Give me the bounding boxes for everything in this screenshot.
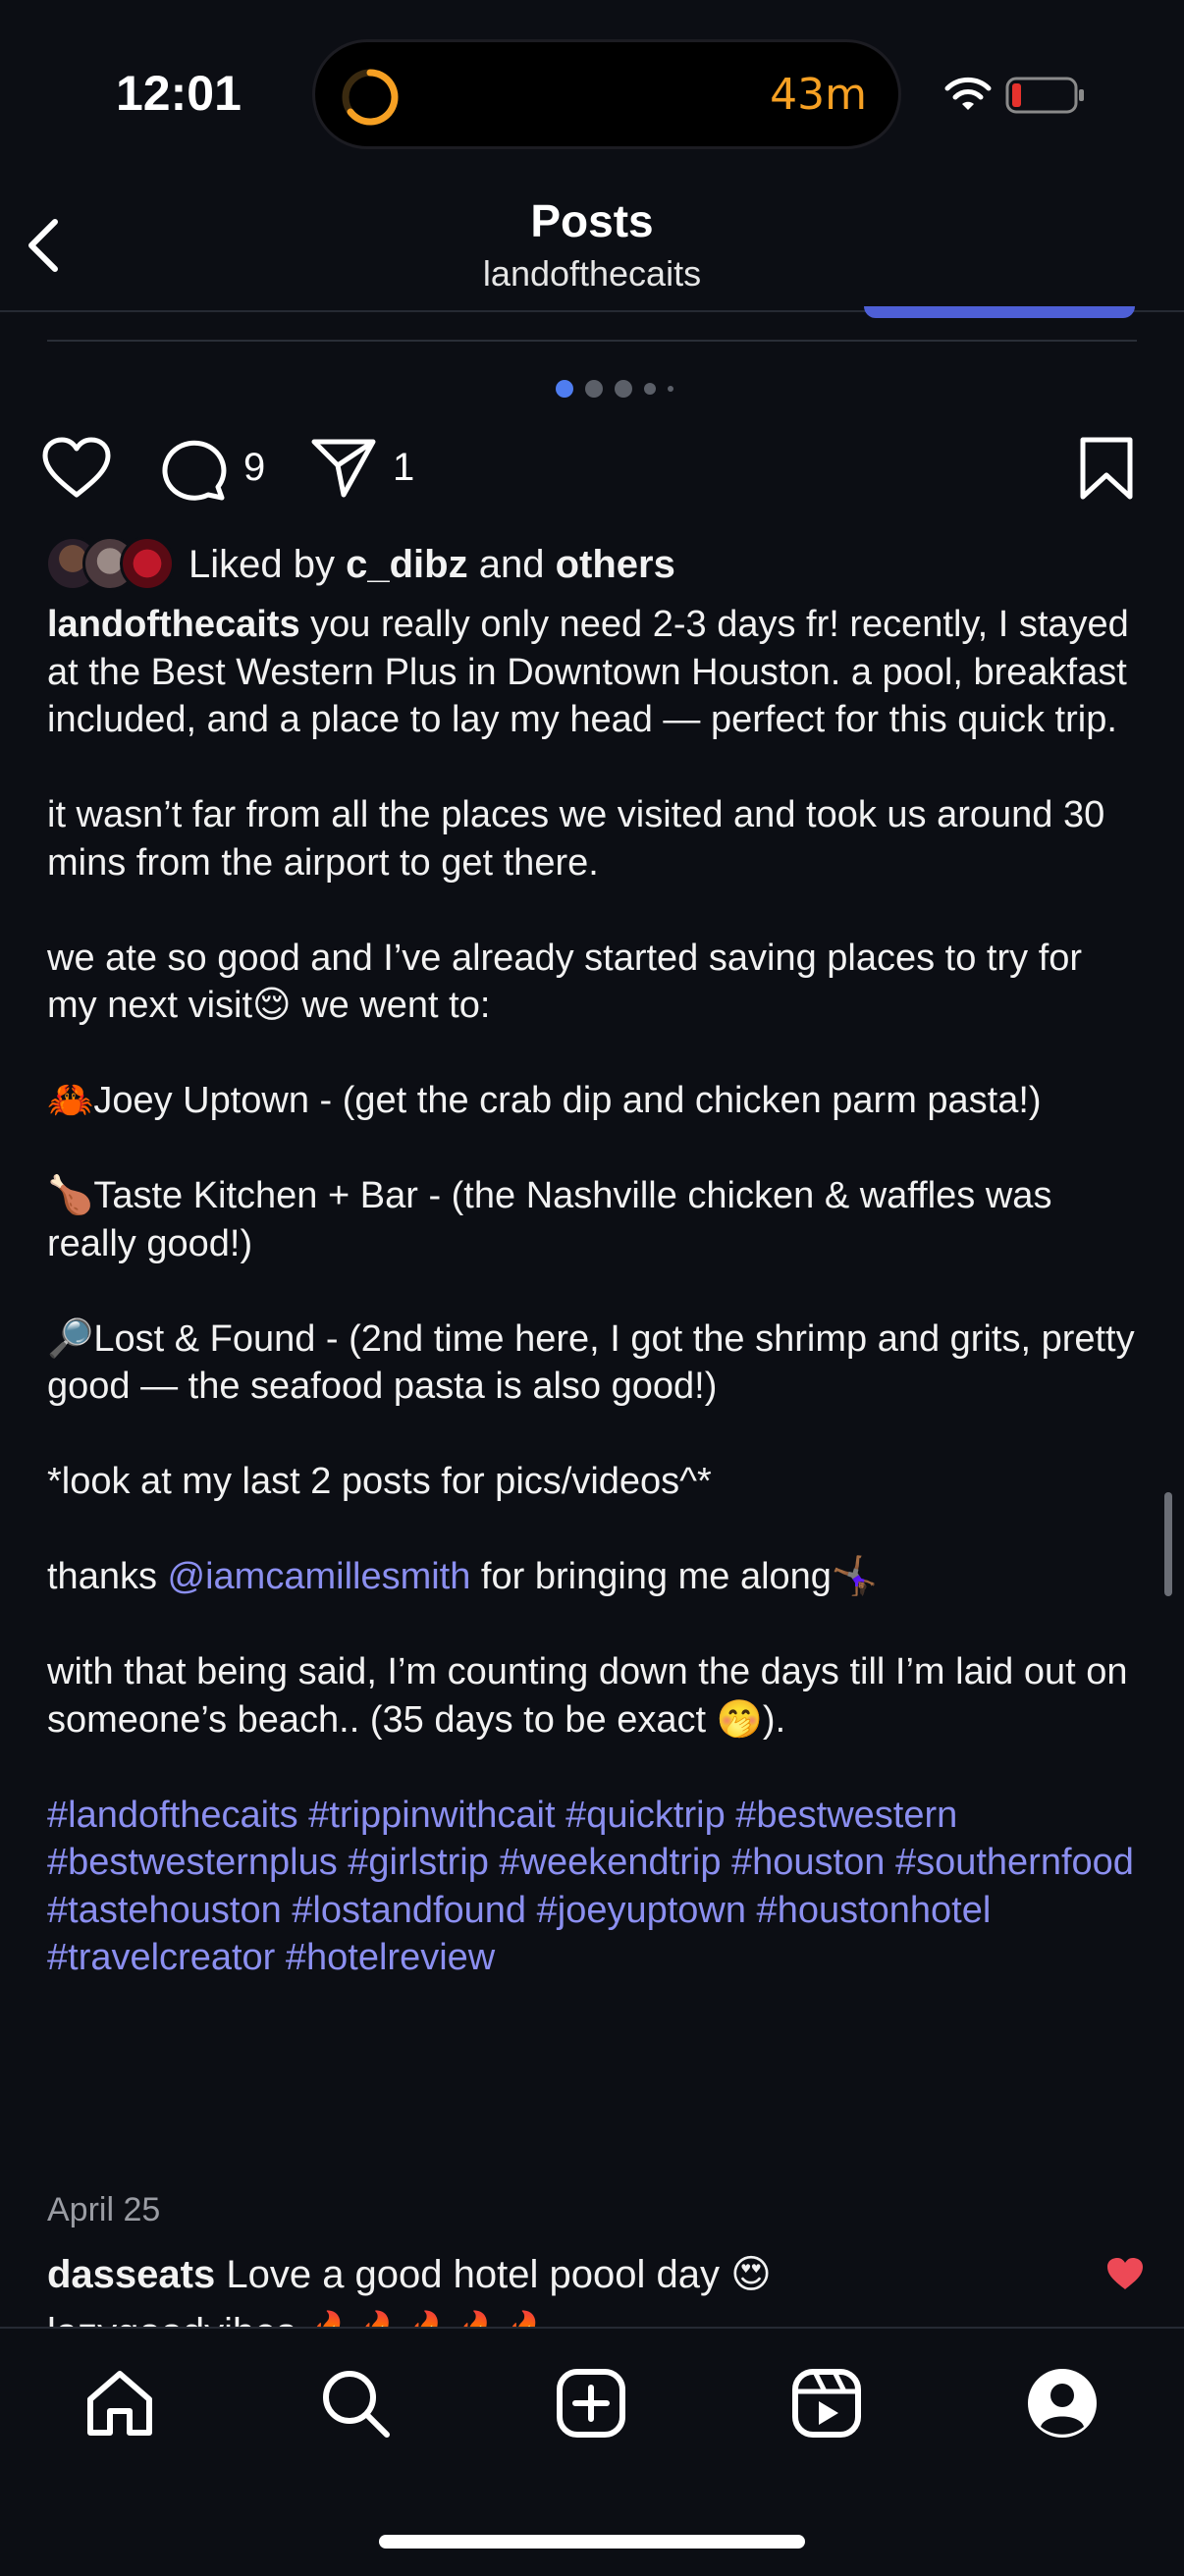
page-subtitle[interactable]: landofthecaits bbox=[0, 253, 1184, 295]
liked-by-text[interactable]: Liked by c_dibz and others bbox=[188, 543, 675, 587]
caption-p7: *look at my last 2 posts for pics/videos… bbox=[47, 1461, 712, 1502]
liked-prefix: Liked by bbox=[188, 543, 335, 586]
caption-mention[interactable]: @iamcamillesmith bbox=[168, 1556, 471, 1597]
create-icon[interactable] bbox=[554, 2366, 628, 2441]
post-image-edge bbox=[864, 306, 1135, 318]
reels-icon[interactable] bbox=[789, 2366, 864, 2441]
home-icon[interactable] bbox=[82, 2366, 157, 2441]
liked-others[interactable]: others bbox=[556, 543, 675, 586]
comment-row-partial: lazygoodvibes 🔥🔥🔥🔥🔥 bbox=[47, 2309, 552, 2327]
share-icon[interactable] bbox=[310, 436, 377, 499]
search-icon[interactable] bbox=[318, 2366, 393, 2441]
carousel-dot bbox=[668, 386, 673, 392]
image-bottom-divider bbox=[47, 340, 1137, 342]
caption-p8-post: for bringing me along🤸🏾‍♀️ bbox=[470, 1556, 879, 1597]
avatar bbox=[120, 536, 175, 591]
caption-p5: 🍗Taste Kitchen + Bar - (the Nashville ch… bbox=[47, 1175, 1063, 1264]
post-date: April 25 bbox=[47, 2191, 161, 2228]
caption-hashtags[interactable]: #landofthecaits #trippinwithcait #quickt… bbox=[47, 1795, 1144, 1979]
profile-icon[interactable] bbox=[1025, 2366, 1100, 2441]
bookmark-icon[interactable] bbox=[1078, 436, 1135, 501]
timer-text: 43m bbox=[770, 70, 867, 120]
carousel-dot bbox=[585, 380, 603, 398]
caption-p6: 🔎Lost & Found - (2nd time here, I got th… bbox=[47, 1317, 1146, 1408]
comment-username[interactable]: dasseats bbox=[47, 2253, 215, 2296]
dynamic-island[interactable]: 43m bbox=[312, 39, 901, 149]
caption-p9: with that being said, I’m counting down … bbox=[47, 1651, 1139, 1741]
caption-p8-pre: thanks bbox=[47, 1556, 168, 1597]
carousel-dot-active bbox=[556, 380, 573, 398]
page-title: Posts bbox=[530, 195, 654, 246]
comment-count: 9 bbox=[243, 446, 266, 489]
carousel-dot bbox=[644, 383, 656, 395]
scroll-indicator[interactable] bbox=[1164, 1492, 1172, 1596]
comment-row: dasseats Love a good hotel poool day 😍 bbox=[47, 2252, 772, 2297]
carousel-dots bbox=[556, 379, 673, 399]
comment-like-icon[interactable] bbox=[1105, 2256, 1145, 2291]
comment-icon[interactable] bbox=[161, 436, 228, 501]
home-indicator[interactable] bbox=[379, 2535, 805, 2549]
liked-conjunction: and bbox=[478, 543, 545, 586]
timer-ring-icon bbox=[342, 69, 399, 126]
liker-avatars[interactable] bbox=[45, 536, 179, 593]
caption-p2: it wasn’t far from all the places we vis… bbox=[47, 794, 1115, 884]
post-caption: landofthecaits you really only need 2-3 … bbox=[47, 601, 1142, 1982]
heart-icon[interactable] bbox=[41, 436, 112, 499]
caption-username[interactable]: landofthecaits bbox=[47, 604, 300, 645]
status-time: 12:01 bbox=[116, 66, 242, 121]
share-count: 1 bbox=[393, 446, 415, 489]
comment-text: Love a good hotel poool day 😍 bbox=[215, 2253, 772, 2296]
carousel-dot bbox=[615, 380, 632, 398]
caption-p4: 🦀Joey Uptown - (get the crab dip and chi… bbox=[47, 1080, 1042, 1121]
battery-icon bbox=[1005, 77, 1084, 114]
caption-p3: we ate so good and I’ve already started … bbox=[47, 937, 1093, 1027]
wifi-icon bbox=[944, 77, 992, 110]
liked-user[interactable]: c_dibz bbox=[346, 543, 467, 586]
